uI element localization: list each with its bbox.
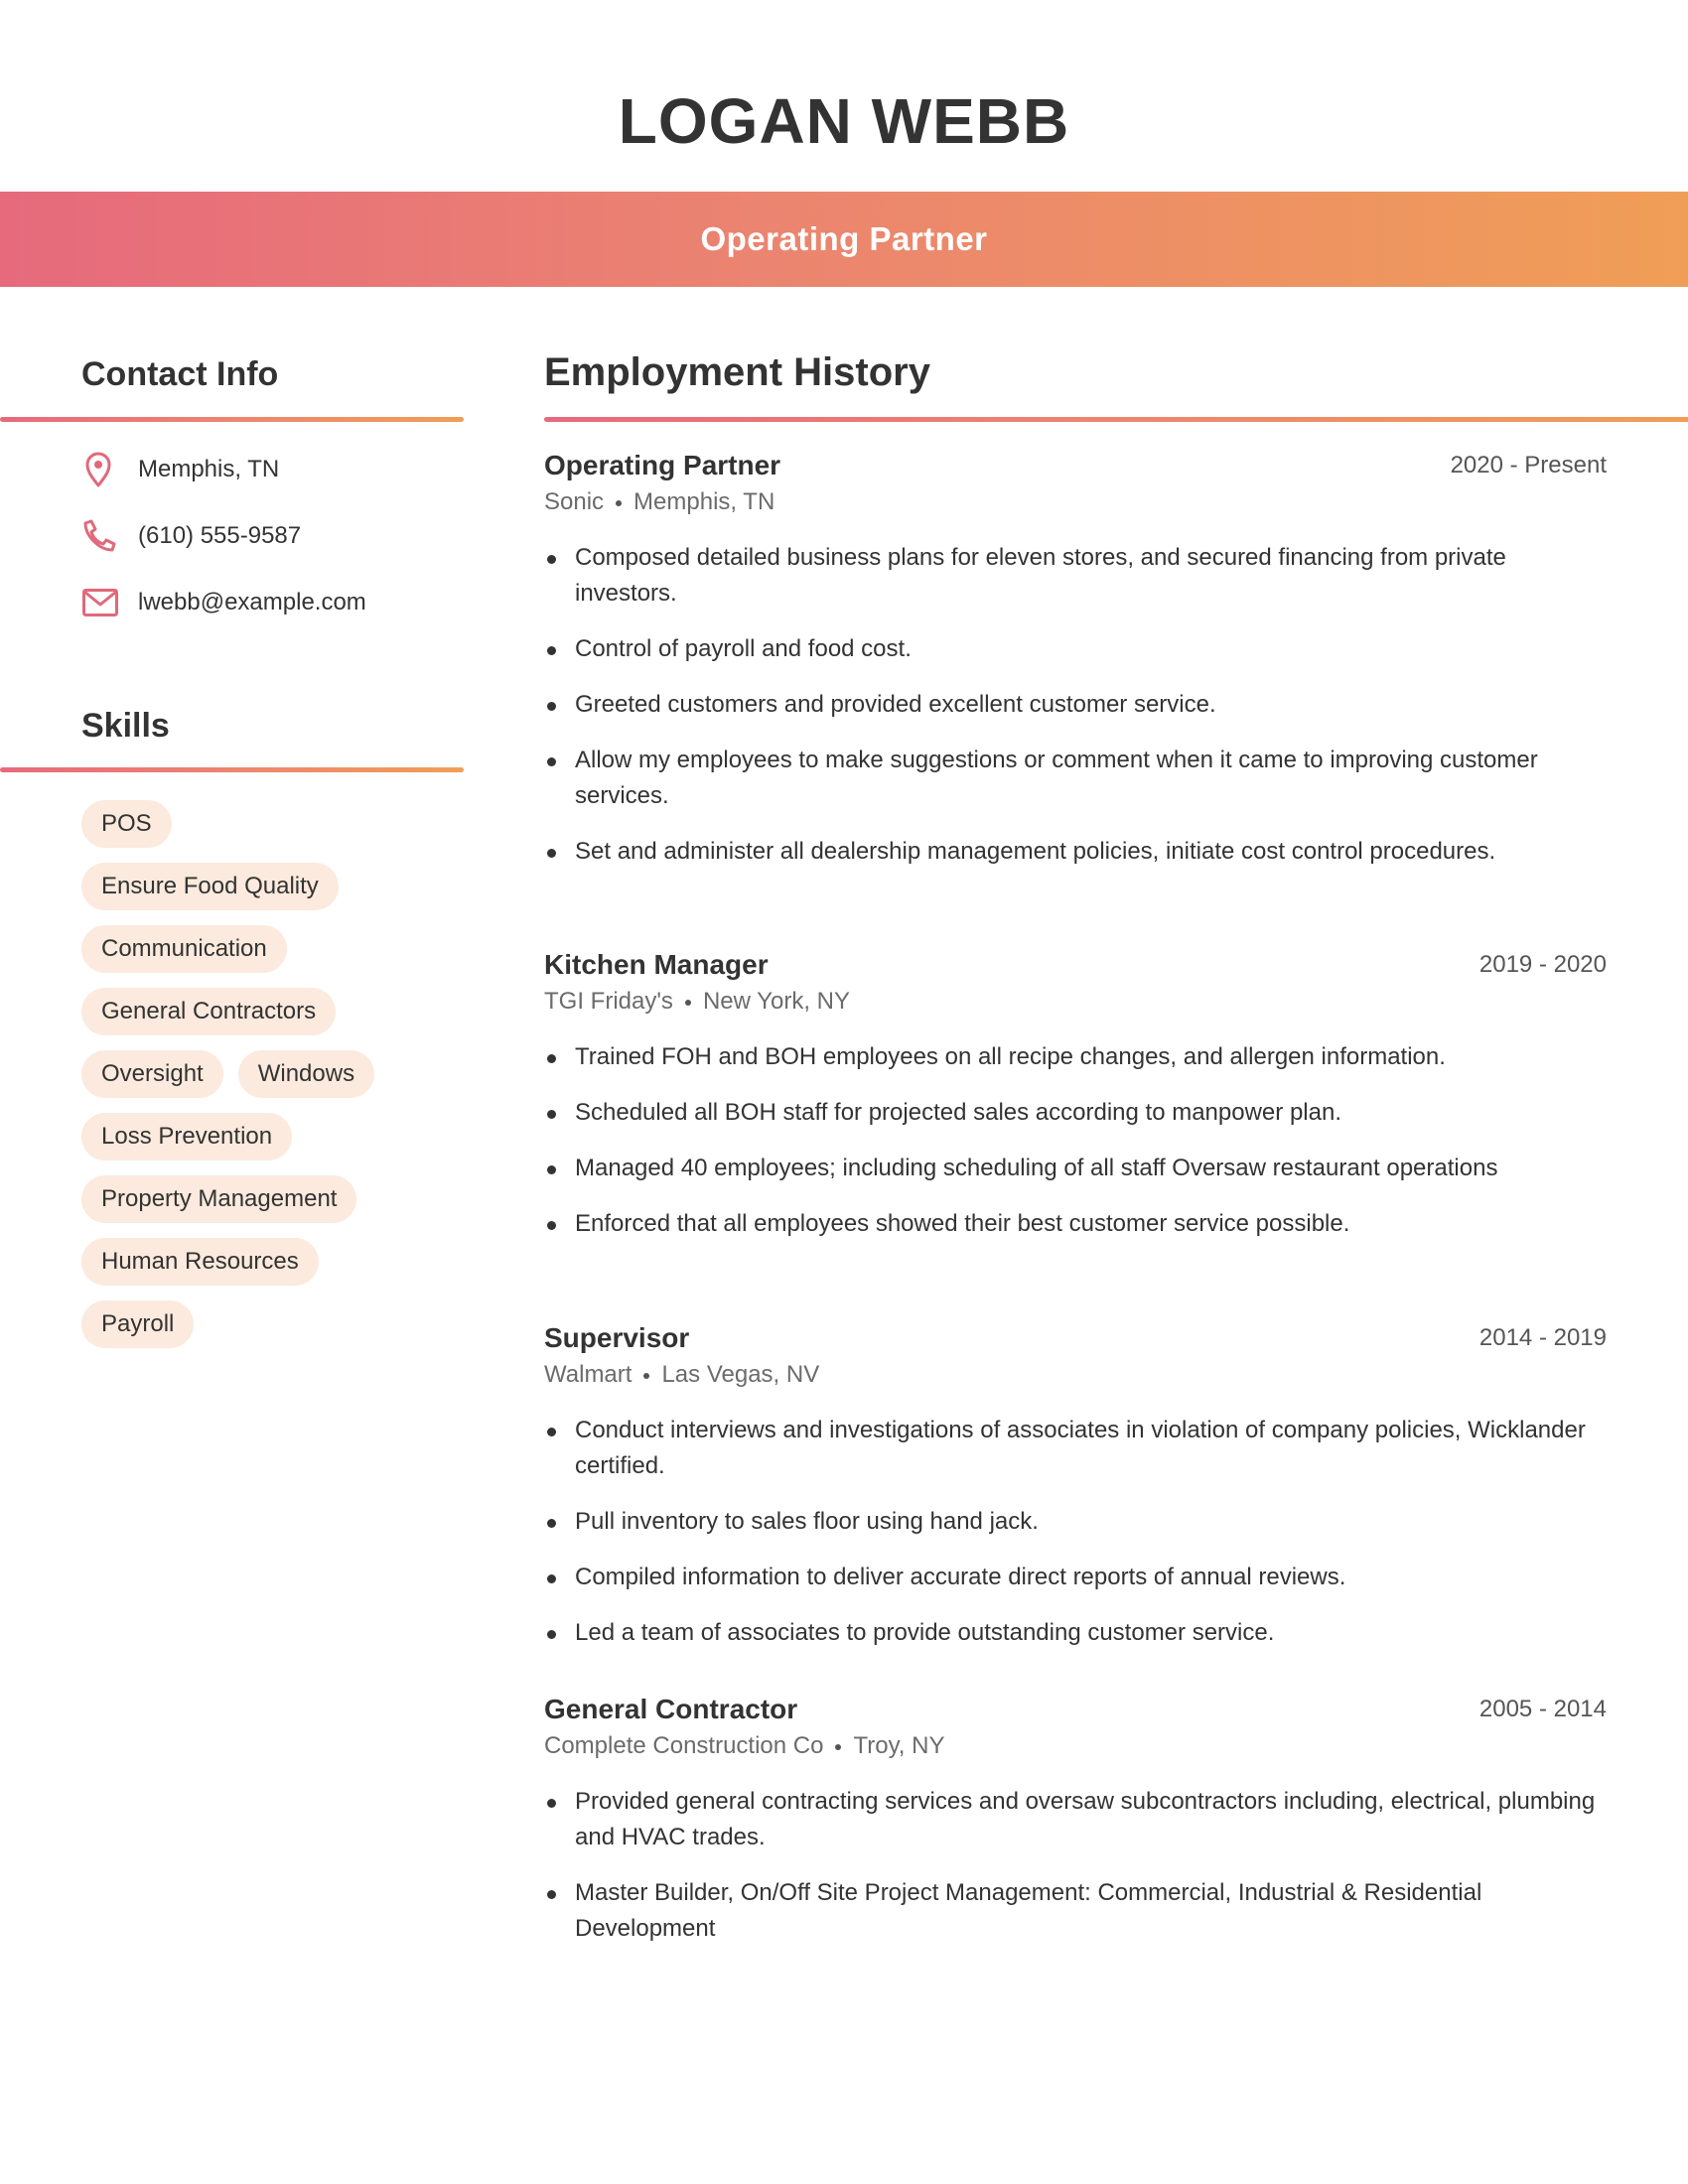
skills-heading: Skills: [81, 707, 170, 745]
skill-tag: Windows: [237, 1050, 375, 1098]
phone-icon: [81, 516, 121, 556]
candidate-name: LOGAN WEBB: [618, 85, 1070, 157]
contact-phone: (610) 555-9587: [81, 516, 301, 556]
job-bullet: Managed 40 employees; including scheduli…: [544, 1151, 1607, 1186]
contact-email-text[interactable]: lwebb@example.com: [138, 589, 366, 616]
job-bullet: Control of payroll and food cost.: [544, 631, 1607, 667]
job-bullet: Composed detailed business plans for ele…: [544, 540, 1607, 612]
contact-location: Memphis, TN: [81, 450, 279, 489]
skill-tag: POS: [81, 800, 172, 848]
job-bullet: Pull inventory to sales floor using hand…: [544, 1504, 1607, 1540]
job-entry: Kitchen Manager 2019 - 2020 TGI Friday's…: [544, 946, 1607, 1262]
job-company-line: Complete Construction Co Troy, NY: [544, 1728, 1607, 1764]
job-bullet: Trained FOH and BOH employees on all rec…: [544, 1039, 1607, 1075]
job-bullet: Scheduled all BOH staff for projected sa…: [544, 1095, 1607, 1131]
separator-dot: [835, 1743, 842, 1750]
job-location: Las Vegas, NV: [661, 1361, 820, 1388]
job-entry: Operating Partner 2020 - Present Sonic Me…: [544, 447, 1607, 889]
job-bullet: Enforced that all employees showed their…: [544, 1206, 1607, 1242]
separator-dot: [616, 499, 623, 506]
skills-divider: [0, 767, 464, 772]
job-bullets: Conduct interviews and investigations of…: [544, 1413, 1607, 1651]
contact-phone-text[interactable]: (610) 555-9587: [138, 522, 301, 550]
job-company-line: Walmart Las Vegas, NV: [544, 1357, 1607, 1393]
job-bullets: Composed detailed business plans for ele…: [544, 540, 1607, 870]
job-location: New York, NY: [702, 988, 851, 1015]
skill-tag: Oversight: [81, 1050, 223, 1098]
job-entry: General Contractor 2005 - 2014 Complete …: [544, 1691, 1607, 1967]
contact-info-heading: Contact Info: [81, 355, 279, 393]
job-bullets: Provided general contracting services an…: [544, 1784, 1607, 1947]
contact-info-divider: [0, 417, 464, 422]
skill-tag: Human Resources: [81, 1238, 319, 1286]
job-location: Memphis, TN: [633, 488, 775, 515]
employment-history-divider: [544, 417, 1688, 422]
skill-tag: Loss Prevention: [81, 1113, 293, 1160]
job-company-line: Sonic Memphis, TN: [544, 484, 1607, 520]
job-bullet: Provided general contracting services an…: [544, 1784, 1607, 1855]
job-bullet: Master Builder, On/Off Site Project Mana…: [544, 1875, 1607, 1947]
skill-tag: Property Management: [81, 1175, 357, 1223]
map-pin-icon: [81, 450, 121, 489]
job-title: Kitchen Manager: [544, 949, 769, 980]
job-bullet: Conduct interviews and investigations of…: [544, 1413, 1607, 1484]
job-dates: 2019 - 2020: [1478, 951, 1607, 978]
job-dates: 2014 - 2019: [1478, 1324, 1607, 1351]
job-bullet: Led a team of associates to provide outs…: [544, 1615, 1607, 1651]
job-dates: 2020 - Present: [1450, 452, 1607, 478]
job-bullet: Set and administer all dealership manage…: [544, 834, 1607, 870]
job-company: Walmart: [544, 1361, 633, 1388]
job-company-line: TGI Friday's New York, NY: [544, 984, 1607, 1020]
job-title-banner-text: Operating Partner: [700, 220, 988, 257]
title-banner: Operating Partner: [0, 192, 1688, 287]
skills-list: POS Ensure Food Quality Communication Ge…: [81, 800, 479, 1363]
job-bullet: Compiled information to deliver accurate…: [544, 1560, 1607, 1595]
email-icon: [81, 583, 121, 622]
job-title: Supervisor: [544, 1322, 690, 1353]
job-bullet: Allow my employees to make suggestions o…: [544, 743, 1607, 814]
job-title: General Contractor: [544, 1694, 798, 1724]
skill-tag: Ensure Food Quality: [81, 863, 339, 910]
separator-dot: [684, 999, 691, 1006]
skill-tag: Communication: [81, 925, 287, 973]
job-company: Sonic: [544, 488, 605, 515]
job-bullet: Greeted customers and provided excellent…: [544, 687, 1607, 723]
employment-history-heading: Employment History: [544, 350, 930, 394]
contact-email: lwebb@example.com: [81, 583, 366, 622]
job-title: Operating Partner: [544, 450, 781, 480]
skill-tag: General Contractors: [81, 988, 337, 1035]
job-company: Complete Construction Co: [544, 1732, 824, 1759]
job-bullets: Trained FOH and BOH employees on all rec…: [544, 1039, 1607, 1242]
skill-tag: Payroll: [81, 1300, 195, 1348]
job-location: Troy, NY: [853, 1732, 945, 1759]
separator-dot: [643, 1372, 650, 1379]
job-company: TGI Friday's: [544, 988, 673, 1015]
job-entry: Supervisor 2014 - 2019 Walmart Las Vegas,…: [544, 1319, 1607, 1671]
job-dates: 2005 - 2014: [1478, 1696, 1607, 1722]
contact-location-text: Memphis, TN: [138, 456, 280, 482]
